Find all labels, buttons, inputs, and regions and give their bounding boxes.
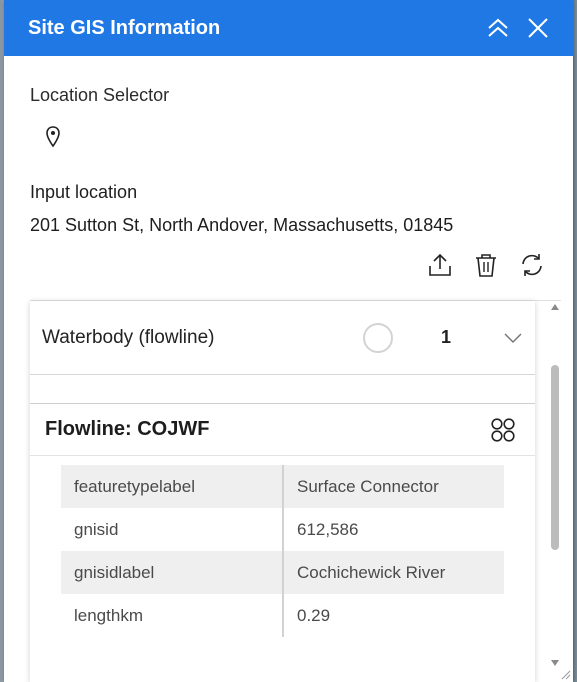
input-location-label: Input location [30,182,138,202]
attr-key: lengthkm [61,594,284,637]
table-row: featuretypelabel Surface Connector [61,465,504,508]
attr-value: Cochichewick River [283,551,504,594]
scrollbar[interactable] [548,301,561,682]
feature-title: Flowline: COJWF [45,418,210,440]
attr-value: Surface Connector [283,465,504,508]
scrollbar-thumb[interactable] [551,365,559,550]
double-chevron-up-icon [488,18,508,37]
refresh-icon [522,254,542,276]
attr-value: 0.29 [297,605,331,625]
feature-header: Flowline: COJWF [30,404,535,456]
close-button[interactable] [527,17,549,39]
close-icon [528,18,548,38]
input-address: 201 Sutton St, North Andover, Massachuse… [30,215,454,235]
layer-row-waterbody[interactable]: Waterbody (flowline) 1 [30,301,535,375]
export-button[interactable] [427,252,453,278]
select-location-button[interactable] [45,125,61,149]
widget-title: Site GIS Information [28,16,221,39]
attr-key: gnisidlabel [61,551,284,594]
widget-header: Site GIS Information [4,0,573,56]
results-panel: Waterbody (flowline) 1 Flowline: COJWF f… [30,300,561,682]
export-icon [429,253,451,276]
attr-key: gnisid [61,508,284,551]
grid-circles-icon[interactable] [489,416,517,444]
header-actions [487,17,549,39]
refresh-button[interactable] [519,252,545,278]
widget-body: Location Selector Input location 201 Sut… [4,85,573,280]
site-gis-widget: Site GIS Information Location Selector I… [4,0,573,682]
table-row: gnisidlabel Cochichewick River [61,551,504,594]
collapse-button[interactable] [487,17,509,39]
chevron-down-icon[interactable] [503,328,523,348]
result-toolbar [30,250,547,280]
attr-key: featuretypelabel [61,465,284,508]
location-selector-label: Location Selector [30,85,170,105]
attr-value: 612,586 [297,519,359,539]
delete-button[interactable] [473,252,499,278]
trash-icon [476,254,496,277]
layer-status-circle [363,322,393,353]
table-row: lengthkm 0.29 [61,594,504,637]
layer-count: 1 [441,327,452,347]
divider [30,375,535,404]
attribute-table: featuretypelabel Surface Connector gnisi… [61,465,504,637]
scroll-up-icon[interactable] [549,301,561,313]
results-list[interactable]: Waterbody (flowline) 1 Flowline: COJWF f… [30,301,535,682]
map-pin-icon [46,126,60,148]
layer-name: Waterbody (flowline) [42,326,215,348]
table-row: gnisid 612,586 [61,508,504,551]
resize-handle-icon[interactable] [559,668,571,680]
